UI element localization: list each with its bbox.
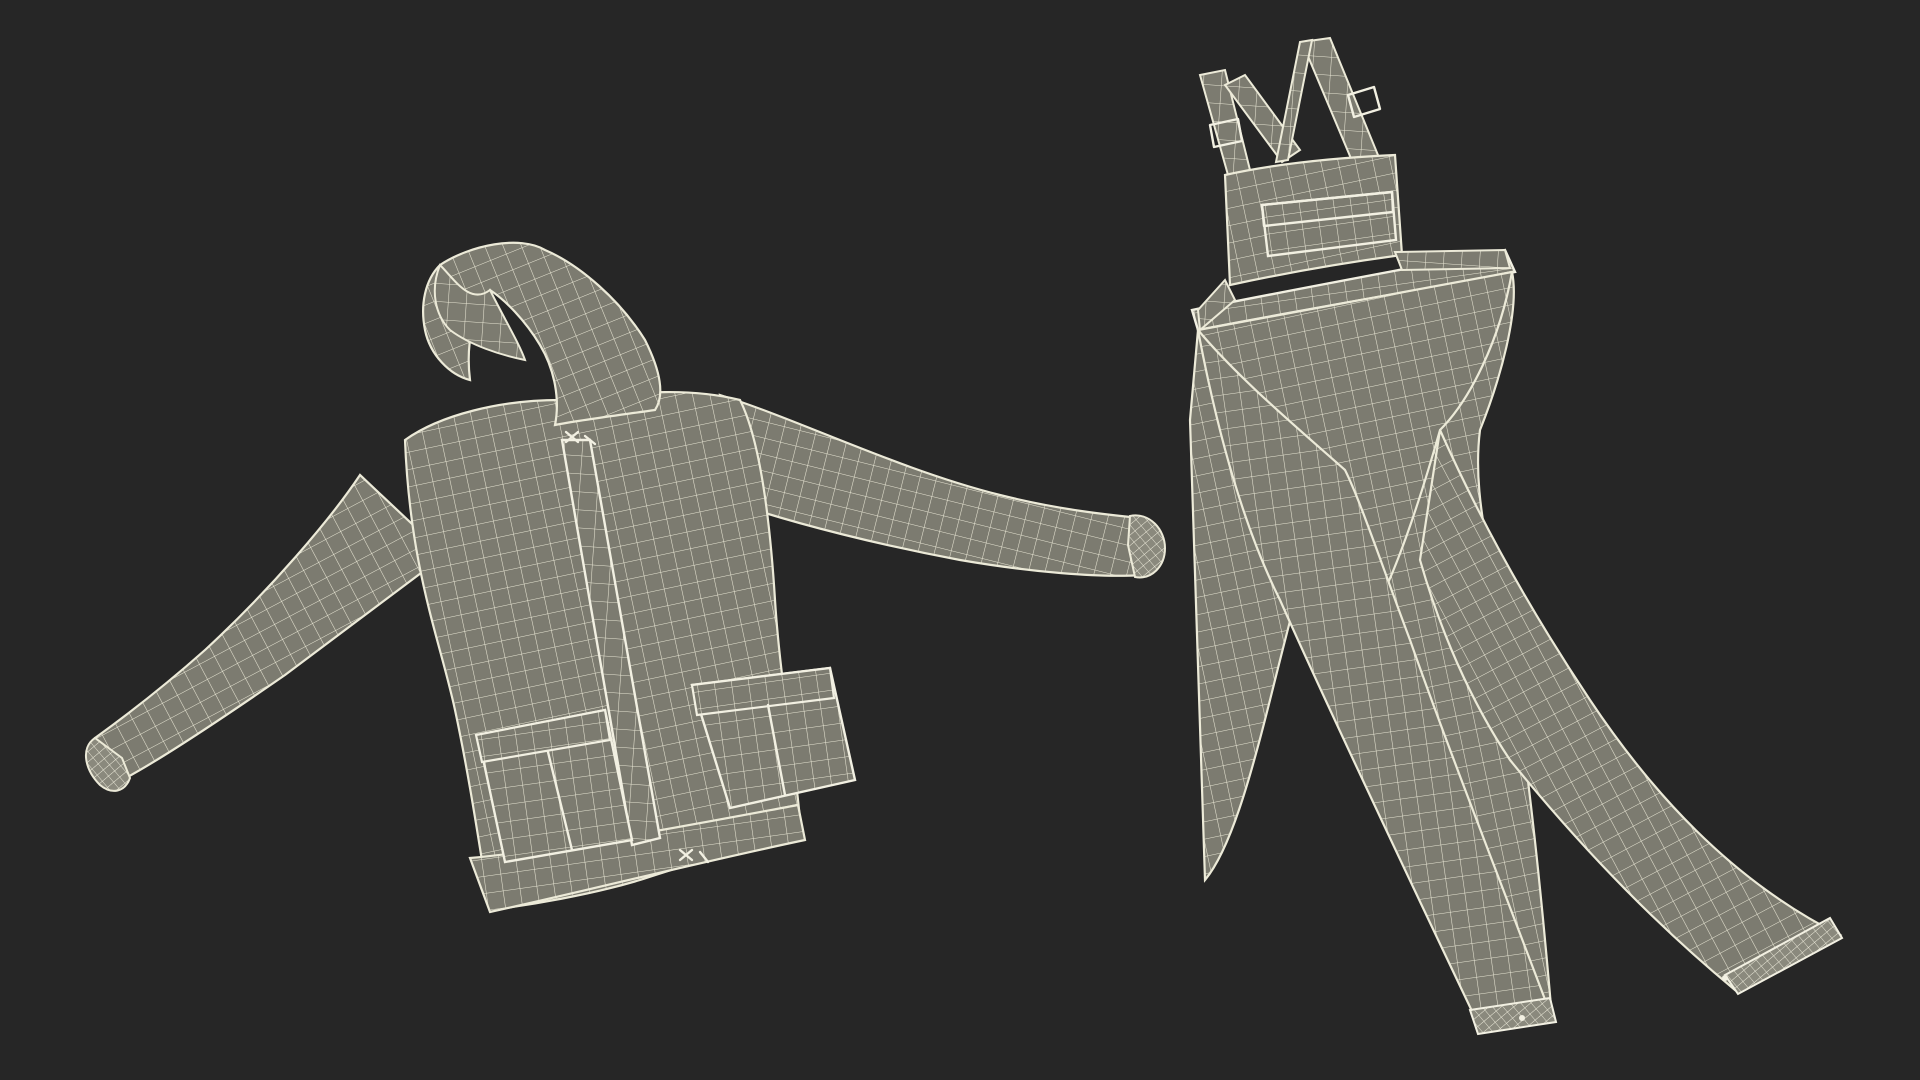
render-viewport xyxy=(0,0,1920,1080)
wireframe-render xyxy=(85,36,1844,1036)
overalls-right-snap xyxy=(1722,975,1728,981)
jacket-right-cuff xyxy=(1126,514,1167,579)
overalls-left-snap xyxy=(1519,1015,1525,1021)
jacket-right-sleeve xyxy=(718,393,1144,577)
overalls-wireframe xyxy=(1188,36,1844,1036)
jacket-left-sleeve xyxy=(93,473,447,782)
jacket-wireframe xyxy=(85,241,1167,914)
overalls-right-strap xyxy=(1300,36,1382,170)
overalls-side-right xyxy=(1393,248,1512,272)
